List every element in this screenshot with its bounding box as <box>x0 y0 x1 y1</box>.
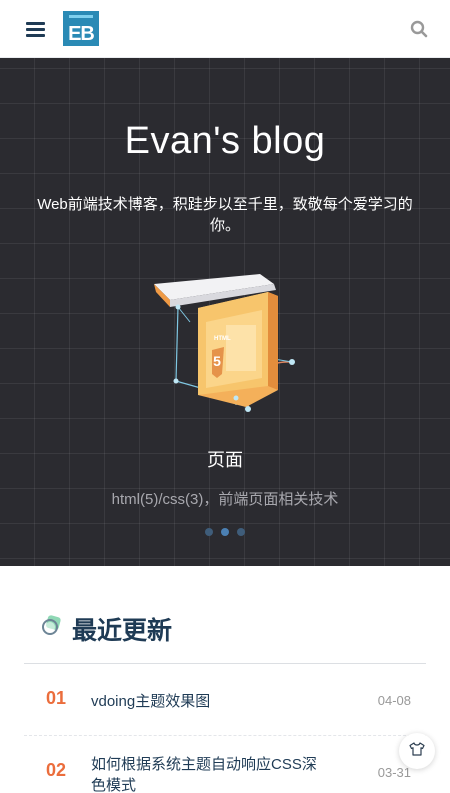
feature-title: 页面 <box>207 450 243 470</box>
html-page-illustration: 5 HTML <box>150 270 300 420</box>
feature-description: html(5)/css(3)，前端页面相关技术 <box>111 491 339 508</box>
hero-banner: Evan's blog Web前端技术博客，积跬步以至千里，致敬每个爱学习的你。… <box>0 58 450 566</box>
theme-button[interactable] <box>399 733 435 769</box>
shirt-icon <box>409 741 425 761</box>
post-number: 01 <box>46 688 67 708</box>
carousel-dot-3[interactable] <box>237 528 245 536</box>
post-item[interactable]: 01 vdoing主题效果图 04-08 <box>24 664 426 736</box>
hamburger-icon[interactable] <box>26 20 46 38</box>
post-date: 04-08 <box>377 693 411 708</box>
post-title-link[interactable]: vdoing主题效果图 <box>91 691 331 712</box>
site-logo[interactable]: EB <box>63 11 99 46</box>
post-item[interactable]: 02 如何根据系统主题自动响应CSS深色模式 03-31 <box>24 736 426 793</box>
carousel-dots <box>0 528 450 536</box>
post-date: 03-31 <box>377 765 411 780</box>
hero-title: Evan's blog <box>124 120 326 162</box>
search-icon[interactable] <box>410 20 428 38</box>
update-icon <box>41 614 63 636</box>
post-number: 02 <box>46 760 67 780</box>
section-title: 最近更新 <box>72 617 173 645</box>
navbar: EB <box>0 0 450 58</box>
svg-text:HTML: HTML <box>214 336 231 342</box>
post-title-link[interactable]: 如何根据系统主题自动响应CSS深色模式 <box>91 754 331 793</box>
section-header: 最近更新 <box>24 566 426 664</box>
svg-text:5: 5 <box>213 353 221 369</box>
carousel-dot-1[interactable] <box>205 528 213 536</box>
carousel-dot-2[interactable] <box>221 528 229 536</box>
hero-description: Web前端技术博客，积跬步以至千里，致敬每个爱学习的你。 <box>37 196 413 234</box>
recent-updates-section: 最近更新 01 vdoing主题效果图 04-08 02 如何根据系统主题自动响… <box>24 566 426 793</box>
